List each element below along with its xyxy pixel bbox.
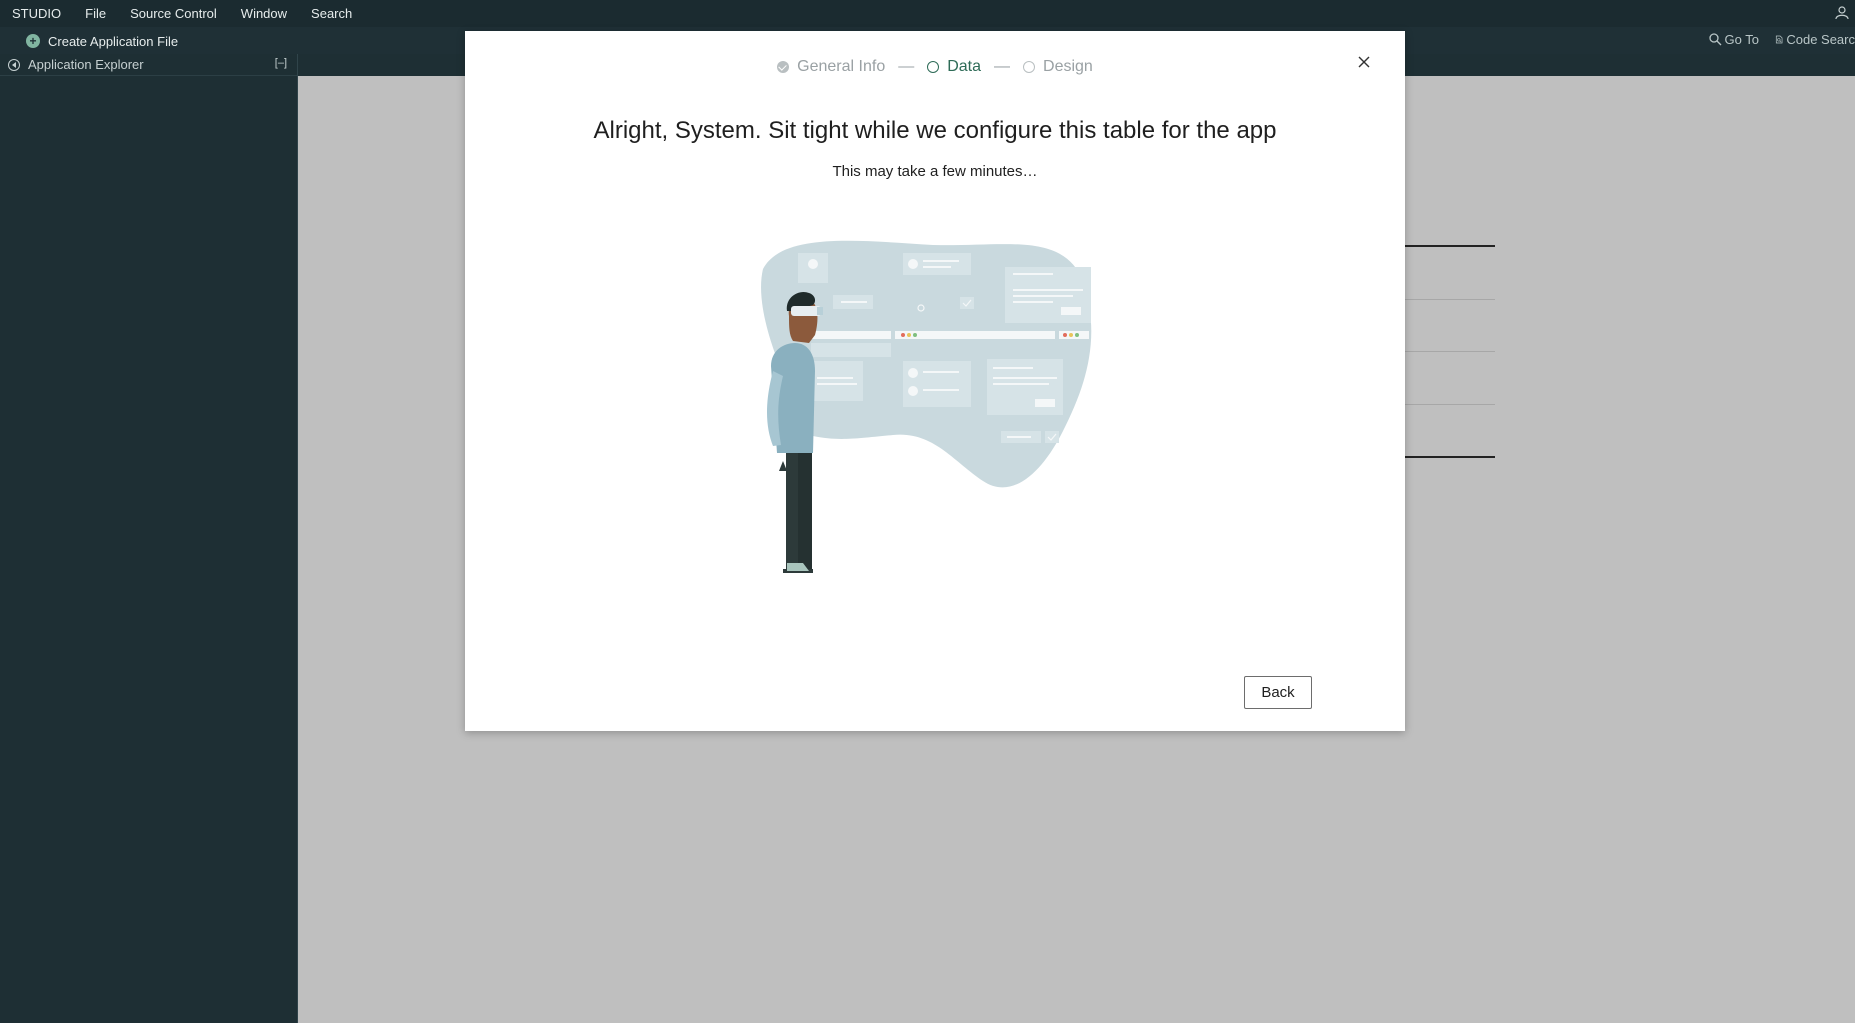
- check-circle-icon: [777, 61, 790, 73]
- modal-subheading: This may take a few minutes…: [832, 163, 1038, 180]
- background-table-rule: [1404, 299, 1495, 300]
- step-design: Design: [1023, 58, 1093, 76]
- pending-step-circle-icon: [1023, 61, 1036, 73]
- active-step-circle-icon: [927, 61, 940, 73]
- step-label: Design: [1043, 58, 1093, 75]
- menu-file[interactable]: File: [73, 0, 118, 27]
- menu-source-control[interactable]: Source Control: [118, 0, 229, 27]
- step-data: Data: [927, 58, 981, 76]
- application-explorer-title: Application Explorer: [28, 57, 144, 72]
- create-app-modal: General Info — Data — Design Alright, Sy…: [465, 31, 1405, 731]
- step-separator: —: [994, 58, 1011, 75]
- code-search-label: Code Searc: [1786, 32, 1855, 47]
- search-icon: [1708, 33, 1722, 46]
- create-application-file-label: Create Application File: [48, 33, 179, 49]
- step-general-info: General Info: [777, 58, 885, 76]
- file-search-icon: [1775, 35, 1783, 44]
- background-table-rule: [1404, 351, 1495, 352]
- background-table-rule: [1404, 245, 1495, 247]
- application-explorer-panel: Application Explorer [–]: [0, 54, 298, 1023]
- application-explorer-header[interactable]: Application Explorer [–]: [0, 54, 297, 76]
- step-label: General Info: [797, 58, 886, 75]
- create-application-file-button[interactable]: + Create Application File: [26, 31, 178, 51]
- person-with-vr-headset-illustration: [761, 240, 1092, 573]
- wizard-stepper: General Info — Data — Design: [465, 58, 1405, 76]
- back-button[interactable]: Back: [1244, 676, 1312, 709]
- step-label: Data: [947, 58, 982, 75]
- menu-studio[interactable]: STUDIO: [0, 0, 73, 27]
- background-table-rule: [1404, 456, 1495, 458]
- modal-heading: Alright, System. Sit tight while we conf…: [593, 117, 1277, 144]
- step-separator: —: [898, 58, 915, 75]
- plus-icon: +: [26, 34, 40, 48]
- user-icon[interactable]: [1835, 5, 1849, 19]
- menu-bar: STUDIO File Source Control Window Search: [0, 0, 1855, 27]
- go-to-button[interactable]: Go To: [1708, 32, 1759, 47]
- collapse-all-button[interactable]: [–]: [275, 57, 287, 69]
- background-table-rule: [1404, 404, 1495, 405]
- go-to-label: Go To: [1724, 32, 1759, 47]
- collapse-arrow-icon[interactable]: [8, 58, 20, 71]
- code-search-button[interactable]: Code Searc: [1775, 32, 1855, 47]
- menu-search[interactable]: Search: [299, 0, 364, 27]
- menu-window[interactable]: Window: [229, 0, 299, 27]
